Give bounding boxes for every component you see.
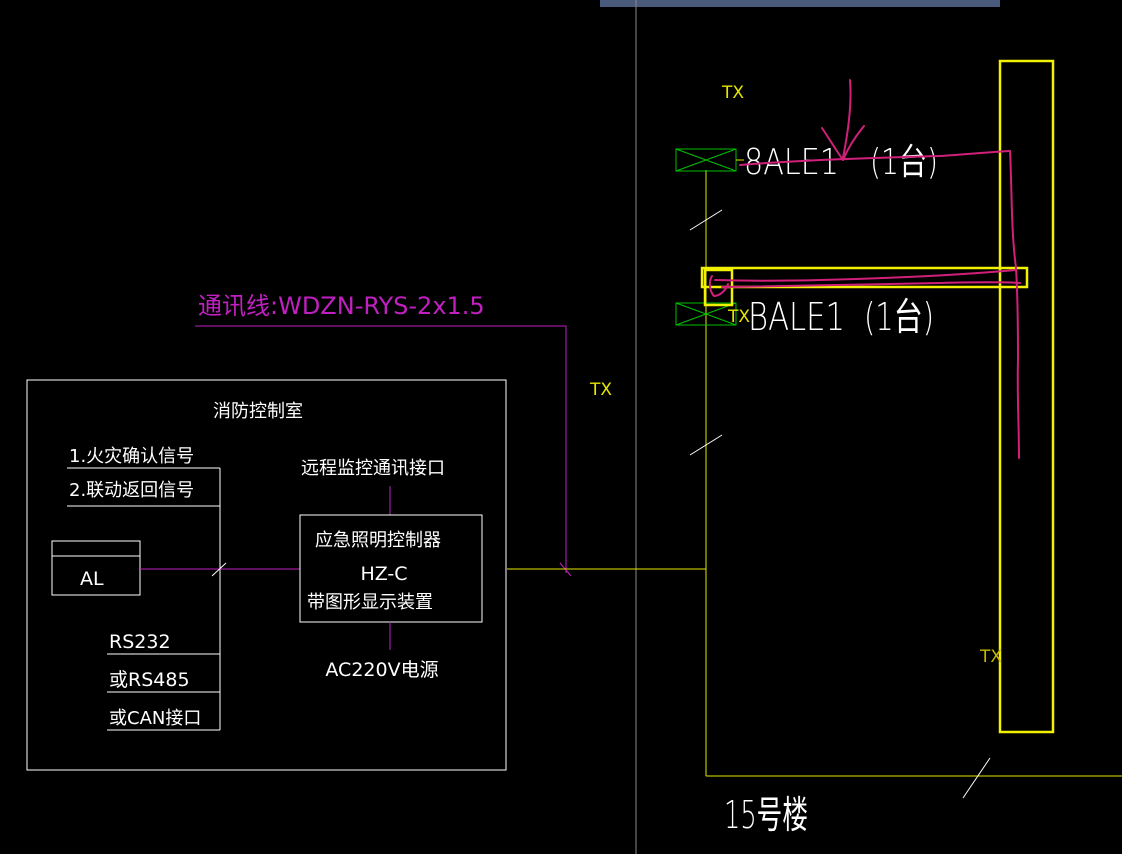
control-room-title: 消防控制室 [213,401,303,422]
tx-label-bottom: TX [979,647,1002,667]
controller-display-note: 带图形显示装置 [307,592,433,613]
remote-interface-label: 远程监控通讯接口 [301,458,445,479]
device-bale1-qty: (1台) [864,295,934,339]
comm-line-label: 通讯线:WDZN-RYS-2x1.5 [198,292,485,320]
bottom-tick [962,757,991,799]
fire-signal-label: 1.火灾确认信号 [69,446,194,467]
tx-label-mid: TX [589,380,612,400]
controller-model: HZ-C [360,563,407,585]
device-bale1-label: BALE1 [748,295,845,339]
top-bar [600,0,1000,7]
cad-drawing-canvas: 消防控制室 1.火灾确认信号 2.联动返回信号 AL RS232 或RS485 … [26,0,1122,854]
annotation-vertical-route [1009,150,1020,459]
linkage-signal-label: 2.联动返回信号 [69,480,194,501]
device-8ale1-qty: (1台) [870,142,938,183]
yellow-trunk: TX TX [507,83,1122,799]
vertical-highlight-frame [998,59,1055,734]
can-label: 或CAN接口 [109,708,201,729]
rs232-label: RS232 [109,631,171,653]
device-bale1: TX BALE1 (1台) [675,295,934,339]
al-label: AL [80,568,104,590]
tx-label-box: TX [727,307,750,327]
power-label: AC220V电源 [325,659,438,681]
device-8ale1: 8ALE1 (1台) [675,142,938,183]
building-label: 15号楼 [724,793,808,837]
annotation-horizontal-route [714,269,1017,282]
controller-name: 应急照明控制器 [315,530,441,551]
rs485-label: 或RS485 [109,669,190,691]
control-room-block: 消防控制室 1.火灾确认信号 2.联动返回信号 AL RS232 或RS485 … [26,379,507,771]
tx-label-top: TX [721,83,744,103]
